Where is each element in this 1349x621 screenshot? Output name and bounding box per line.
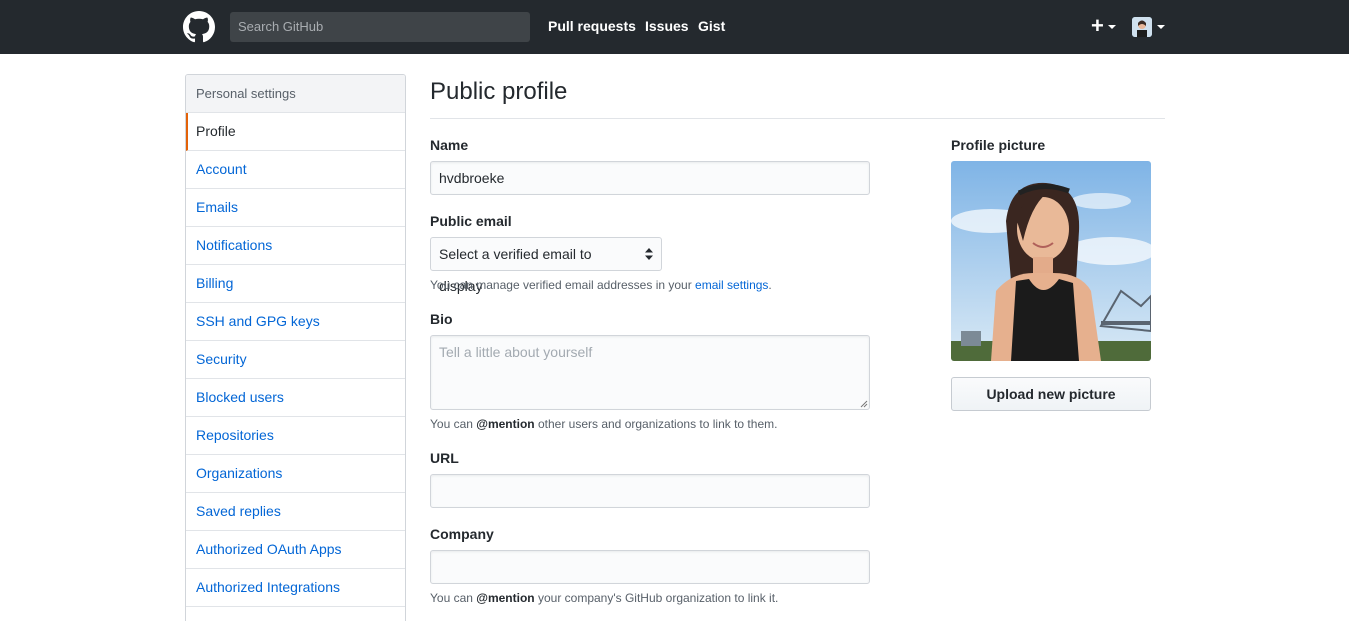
github-logo-icon[interactable] [183, 11, 215, 43]
public-email-label: Public email [430, 213, 512, 229]
user-dropdown-caret-icon [1157, 25, 1165, 29]
new-plus-icon[interactable]: + [1091, 14, 1104, 38]
search-input[interactable]: Search GitHub [230, 12, 530, 42]
sidebar-item-security[interactable]: Security [186, 341, 405, 379]
name-field[interactable]: hvdbroeke [430, 161, 870, 195]
company-note-mention: @mention [476, 591, 535, 605]
page-title: Public profile [430, 78, 568, 105]
company-note: You can @mention your company's GitHub o… [430, 591, 778, 605]
company-label: Company [430, 526, 494, 542]
sidebar-item-account[interactable]: Account [186, 151, 405, 189]
sidebar-item-profile[interactable]: Profile [186, 113, 405, 151]
sidebar-item-billing[interactable]: Billing [186, 265, 405, 303]
sidebar-item-saved-replies[interactable]: Saved replies [186, 493, 405, 531]
settings-sidebar: Personal settings Profile Account Emails… [185, 74, 406, 621]
bio-note-suffix: other users and organizations to link to… [534, 417, 778, 431]
new-dropdown-caret-icon [1108, 25, 1116, 29]
public-email-note-text: You can manage verified email addresses … [430, 278, 696, 292]
email-settings-link[interactable]: email settings [695, 278, 768, 292]
top-navbar: Search GitHub Pull requests Issues Gist … [0, 0, 1349, 54]
nav-issues[interactable]: Issues [645, 18, 689, 34]
sidebar-item-emails[interactable]: Emails [186, 189, 405, 227]
bio-label: Bio [430, 311, 453, 327]
bio-textarea[interactable]: Tell a little about yourself [430, 335, 870, 410]
user-avatar[interactable] [1132, 17, 1152, 37]
profile-photo-icon [951, 161, 1151, 361]
url-label: URL [430, 450, 459, 466]
bio-note-mention: @mention [476, 417, 535, 431]
resize-grip-icon[interactable] [860, 400, 868, 408]
bio-note: You can @mention other users and organiz… [430, 417, 777, 431]
bio-note-prefix: You can [430, 417, 477, 431]
sidebar-item-authorized-oauth-apps[interactable]: Authorized OAuth Apps [186, 531, 405, 569]
public-email-select[interactable]: Select a verified email to display [430, 237, 662, 294]
sidebar-item-repositories[interactable]: Repositories [186, 417, 405, 455]
sidebar-item-blocked-users[interactable]: Blocked users [186, 379, 405, 417]
profile-picture [951, 161, 1151, 361]
upload-new-picture-button[interactable]: Upload new picture [951, 377, 1151, 411]
title-divider [430, 118, 1165, 119]
nav-gist[interactable]: Gist [698, 18, 725, 34]
sidebar-item-organizations[interactable]: Organizations [186, 455, 405, 493]
company-note-suffix: your company's GitHub organization to li… [534, 591, 779, 605]
company-note-prefix: You can [430, 591, 477, 605]
sidebar-title: Personal settings [186, 75, 405, 113]
bio-placeholder: Tell a little about yourself [439, 344, 593, 360]
url-field[interactable] [430, 474, 870, 508]
sidebar-item-notifications[interactable]: Notifications [186, 227, 405, 265]
company-field[interactable] [430, 550, 870, 584]
nav-pull-requests[interactable]: Pull requests [548, 18, 636, 34]
sidebar-item-authorized-integrations[interactable]: Authorized Integrations [186, 569, 405, 607]
public-email-note-suffix: . [768, 278, 772, 292]
profile-picture-label: Profile picture [951, 137, 1046, 153]
avatar-image-icon [1132, 17, 1152, 37]
name-label: Name [430, 137, 469, 153]
sidebar-item-ssh-gpg-keys[interactable]: SSH and GPG keys [186, 303, 405, 341]
public-email-note: You can manage verified email addresses … [430, 278, 772, 292]
select-arrows-icon [645, 248, 653, 260]
